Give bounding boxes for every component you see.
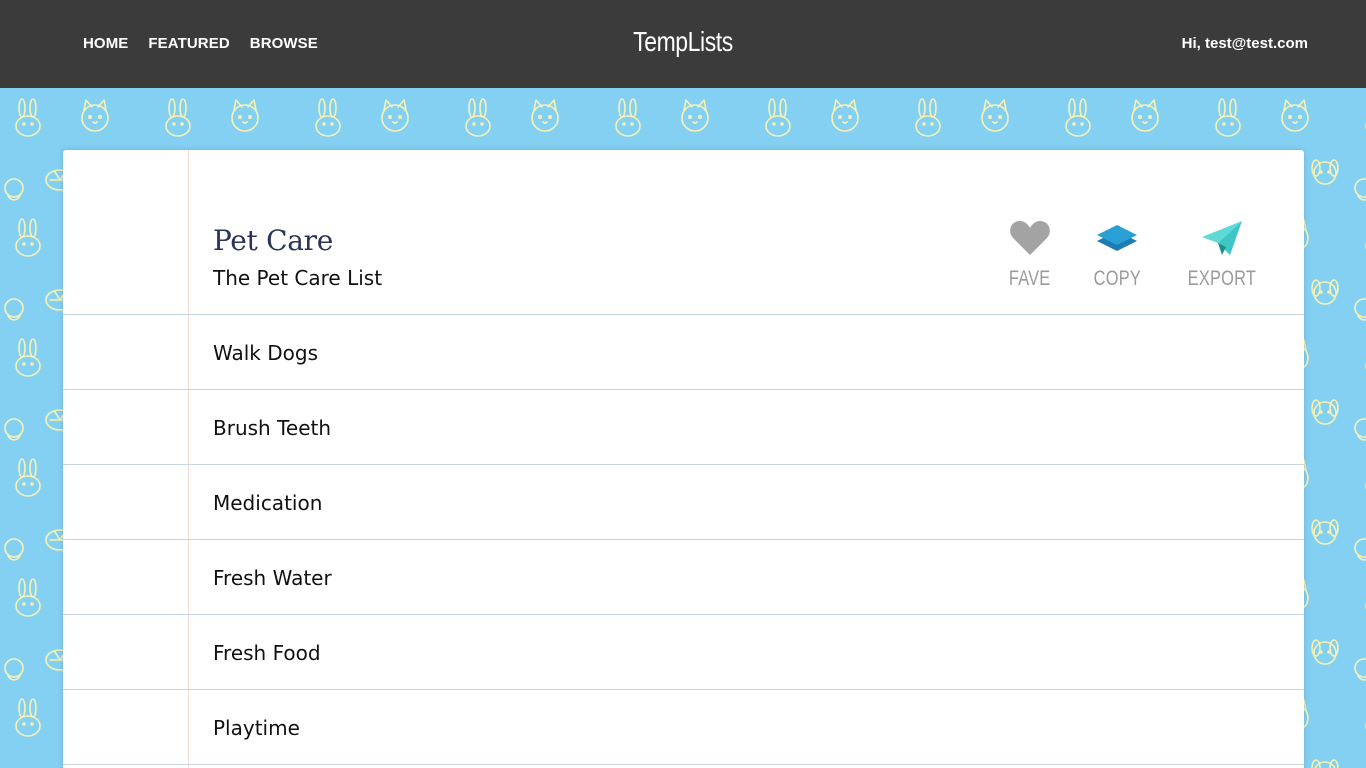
- fave-button[interactable]: FAVE: [1003, 218, 1056, 291]
- list-item[interactable]: Medication: [63, 465, 1304, 540]
- top-navbar: HOME FEATURED BROWSE TempLists Hi, test@…: [0, 0, 1366, 88]
- export-label: EXPORT: [1187, 267, 1257, 290]
- copy-button[interactable]: COPY: [1087, 218, 1148, 291]
- list-item-text: Brush Teeth: [213, 416, 332, 440]
- list-item-text: Walk Dogs: [213, 341, 318, 365]
- layers-icon: [1095, 218, 1139, 258]
- heart-icon: [1008, 218, 1052, 258]
- list-item[interactable]: Fresh Food: [63, 615, 1304, 690]
- list-item[interactable]: Walk Dogs: [63, 315, 1304, 390]
- list-items: Walk Dogs Brush Teeth Medication Fresh W…: [63, 315, 1304, 765]
- export-button[interactable]: EXPORT: [1178, 218, 1266, 291]
- list-item-text: Medication: [213, 491, 323, 515]
- paper-plane-icon: [1200, 218, 1244, 258]
- copy-label: COPY: [1093, 267, 1141, 290]
- user-greeting[interactable]: Hi, test@test.com: [1182, 35, 1308, 52]
- list-subtitle: The Pet Care List: [213, 266, 383, 290]
- list-item[interactable]: Brush Teeth: [63, 390, 1304, 465]
- list-item-text: Fresh Water: [213, 566, 332, 590]
- list-item[interactable]: Fresh Water: [63, 540, 1304, 615]
- list-header: Pet Care The Pet Care List FAVE COPY EXP…: [63, 150, 1304, 315]
- nav-home-link[interactable]: HOME: [83, 35, 128, 52]
- fave-label: FAVE: [1009, 267, 1051, 290]
- list-item[interactable]: Playtime: [63, 690, 1304, 765]
- list-item-text: Playtime: [213, 716, 300, 740]
- list-actions: FAVE COPY EXPORT: [1003, 218, 1266, 291]
- list-title: Pet Care: [213, 224, 333, 257]
- list-item-text: Fresh Food: [213, 641, 321, 665]
- brand-logo[interactable]: TempLists: [123, 26, 1243, 58]
- list-card: Pet Care The Pet Care List FAVE COPY EXP…: [63, 150, 1304, 768]
